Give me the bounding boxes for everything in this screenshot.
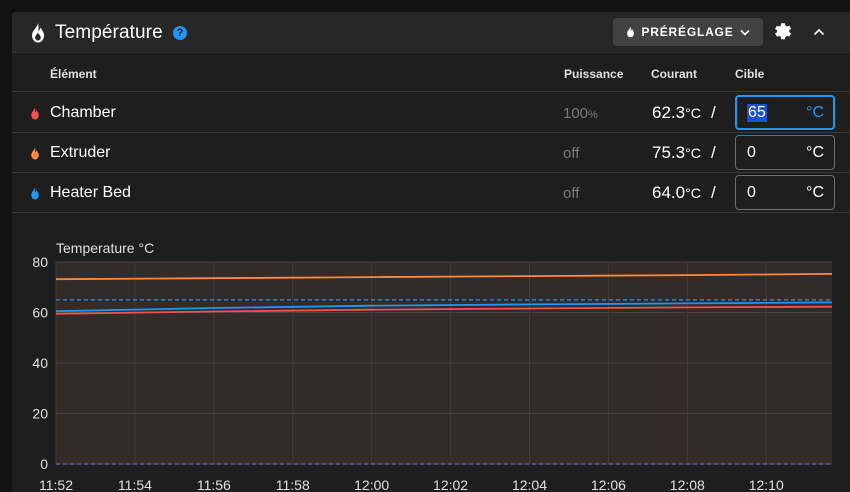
temperature-card: Température ? PRÉRÉGLAGE Élément Puissan…: [12, 12, 850, 492]
x-tick-label: 12:08: [670, 477, 705, 492]
preset-button[interactable]: PRÉRÉGLAGE: [613, 18, 763, 46]
separator-slash: /: [711, 143, 716, 162]
x-tick-label: 12:06: [591, 477, 626, 492]
target-temp-input[interactable]: 0 °C: [735, 175, 835, 210]
target-temp-input[interactable]: 0 °C: [735, 135, 835, 170]
heater-power: off: [563, 145, 580, 162]
table-row: Chamber 100% 62.3°C / 65 °C: [12, 93, 850, 133]
chevron-up-icon[interactable]: [811, 24, 827, 40]
target-temp-value[interactable]: 65: [747, 104, 767, 122]
x-tick-label: 11:58: [276, 477, 310, 492]
heater-power: off: [563, 185, 580, 202]
heater-power: 100%: [563, 105, 598, 122]
x-tick-label: 11:54: [118, 477, 152, 492]
table-row: Heater Bed off 64.0°C / 0 °C: [12, 173, 850, 213]
column-current: Courant: [651, 67, 697, 81]
x-tick-label: 11:56: [197, 477, 231, 492]
flame-icon: [32, 23, 44, 43]
y-tick-label: 20: [32, 406, 48, 422]
target-temp-input[interactable]: 65 °C: [735, 95, 835, 130]
separator-slash: /: [711, 103, 716, 122]
gear-icon[interactable]: [773, 22, 793, 42]
y-tick-label: 60: [32, 305, 48, 321]
temperature-chart: Temperature °C 0 20 40 60 80 11:52 11:54 11:56 11…: [32, 240, 833, 492]
separator-slash: /: [711, 183, 716, 202]
x-tick-label: 12:04: [512, 477, 547, 492]
x-tick-label: 12:00: [354, 477, 389, 492]
y-tick-label: 40: [32, 355, 48, 371]
preset-button-label: PRÉRÉGLAGE: [641, 25, 734, 39]
flame-icon: [627, 26, 635, 38]
flame-icon: [31, 147, 39, 160]
chart-title: Temperature °C: [56, 240, 154, 256]
target-temp-value[interactable]: 0: [747, 144, 756, 162]
card-header: Température ? PRÉRÉGLAGE: [12, 12, 850, 53]
heater-current-temp: 62.3°C: [652, 103, 701, 122]
y-tick-label: 0: [40, 456, 48, 472]
heater-name: Heater Bed: [50, 184, 131, 201]
x-tick-label: 12:10: [749, 477, 784, 492]
column-element: Élément: [50, 67, 97, 81]
flame-icon: [31, 107, 39, 120]
table-header: Élément Puissance Courant Cible: [12, 54, 850, 92]
heater-current-temp: 75.3°C: [652, 143, 701, 162]
heater-name: Chamber: [50, 104, 116, 121]
heater-current-temp: 64.0°C: [652, 183, 701, 202]
target-temp-unit: °C: [806, 184, 824, 201]
table-row: Extruder off 75.3°C / 0 °C: [12, 133, 850, 173]
column-target: Cible: [735, 67, 765, 81]
target-temp-unit: °C: [806, 104, 824, 121]
flame-icon: [31, 187, 39, 200]
column-power: Puissance: [564, 67, 624, 81]
target-temp-unit: °C: [806, 144, 824, 161]
help-icon[interactable]: ?: [173, 26, 187, 40]
heater-name: Extruder: [50, 144, 111, 161]
target-temp-value[interactable]: 0: [747, 184, 756, 202]
chevron-down-icon: [739, 29, 750, 36]
card-title: Température: [55, 22, 163, 43]
y-tick-label: 80: [32, 254, 48, 270]
x-tick-label: 12:02: [433, 477, 468, 492]
x-tick-label: 11:52: [39, 477, 73, 492]
